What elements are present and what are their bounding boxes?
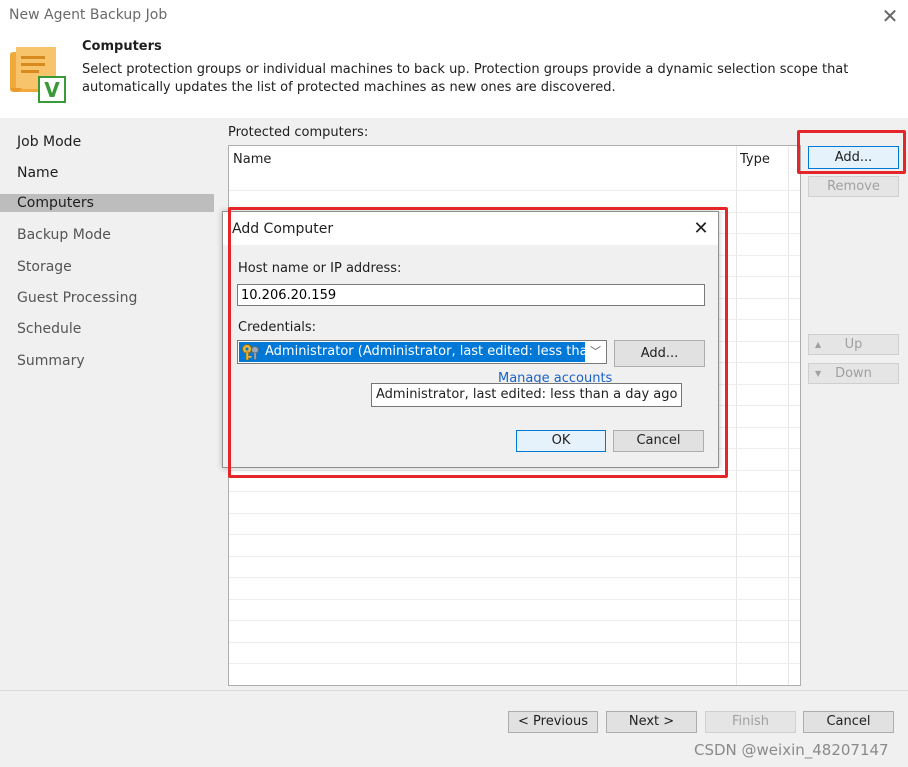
page-description: Select protection groups or individual m…	[82, 62, 849, 95]
nav-item-computers[interactable]: Computers	[0, 194, 214, 212]
nav-item-backup-mode[interactable]: Backup Mode	[0, 225, 214, 245]
arrow-down-icon: ▼	[815, 369, 822, 378]
protected-computers-label: Protected computers:	[228, 125, 369, 140]
watermark: CSDN @weixin_48207147	[694, 741, 889, 759]
table-row-divider	[229, 620, 800, 621]
previous-button[interactable]: < Previous	[508, 711, 598, 733]
arrow-up-icon: ▲	[815, 340, 822, 349]
move-up-label: Up	[844, 337, 863, 352]
window-titlebar: New Agent Backup Job ✕	[0, 0, 908, 34]
window-title: New Agent Backup Job	[9, 7, 168, 23]
nav-item-name[interactable]: Name	[0, 163, 214, 183]
move-down-button[interactable]: ▼ Down	[808, 363, 899, 384]
next-button[interactable]: Next >	[606, 711, 697, 733]
finish-button[interactable]: Finish	[705, 711, 796, 733]
table-row-divider	[229, 190, 800, 191]
checklist-icon: V	[8, 44, 70, 106]
table-row-divider	[229, 556, 800, 557]
cancel-button[interactable]: Cancel	[803, 711, 894, 733]
remove-button[interactable]: Remove	[808, 176, 899, 197]
nav-item-schedule[interactable]: Schedule	[0, 319, 214, 339]
close-icon[interactable]: ✕	[878, 4, 902, 28]
column-divider	[736, 146, 737, 685]
table-row-divider	[229, 577, 800, 578]
table-row-divider	[229, 513, 800, 514]
column-header-type[interactable]: Type	[740, 152, 770, 167]
wizard-steps-nav: Job Mode Name Computers Backup Mode Stor…	[0, 118, 214, 767]
nav-item-storage[interactable]: Storage	[0, 257, 214, 277]
table-row-divider	[229, 491, 800, 492]
table-row-divider	[229, 663, 800, 664]
nav-item-guest-processing[interactable]: Guest Processing	[0, 288, 214, 308]
highlight-dialog	[228, 207, 728, 478]
highlight-add-button	[797, 130, 906, 174]
table-row-divider	[229, 642, 800, 643]
nav-item-summary[interactable]: Summary	[0, 351, 214, 371]
column-header-name[interactable]: Name	[233, 152, 271, 167]
nav-item-job-mode[interactable]: Job Mode	[0, 132, 214, 152]
table-row-divider	[229, 599, 800, 600]
column-divider	[788, 146, 789, 685]
svg-text:V: V	[44, 78, 60, 102]
table-row-divider	[229, 534, 800, 535]
page-title: Computers	[82, 39, 162, 54]
move-up-button[interactable]: ▲ Up	[808, 334, 899, 355]
move-down-label: Down	[835, 366, 872, 381]
